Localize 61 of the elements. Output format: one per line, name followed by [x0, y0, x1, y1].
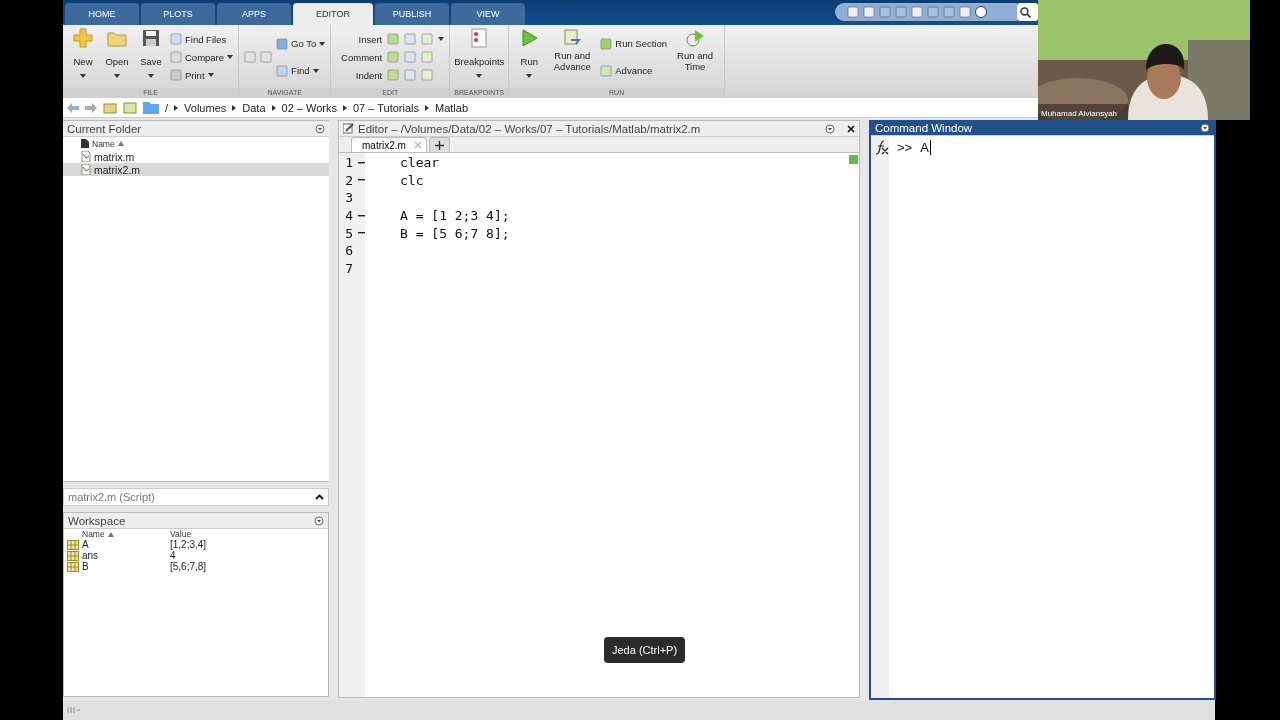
ribbon-button[interactable]: Insert — [336, 33, 383, 45]
line-number: 7 — [344, 260, 353, 276]
code-line: clc — [400, 172, 424, 188]
tooltip: Jeda (Ctrl+P) — [604, 637, 686, 663]
path-segment[interactable]: Matlab — [435, 101, 469, 114]
line-number: 4 — [344, 208, 353, 224]
code-line: clear — [400, 155, 440, 171]
column-header[interactable]: Name — [92, 138, 115, 149]
code-line: A = [1 2;3 4]; — [400, 208, 510, 224]
ribbon-button[interactable]: Run and Time — [671, 28, 720, 88]
ribbon-button[interactable]: Print — [170, 69, 234, 81]
command-input[interactable]: A — [920, 140, 931, 155]
ribbon-tab[interactable]: APPS — [217, 3, 291, 25]
ribbon-button[interactable]: Comment — [336, 51, 383, 63]
variable-value: [5,6;7,8] — [170, 561, 208, 572]
panel-title: Command Window — [871, 120, 1214, 136]
ribbon-tab[interactable]: PLOTS — [141, 3, 215, 25]
variable-value: [1,2;3,4] — [170, 539, 208, 550]
line-number: 3 — [344, 190, 353, 206]
ribbon-tab[interactable]: VIEW — [451, 3, 525, 25]
ribbon-button[interactable]: Open — [102, 28, 132, 88]
code-line: B = [5 6;7 8]; — [400, 225, 510, 241]
file-row[interactable]: matrix2.m — [63, 163, 329, 176]
ribbon-button[interactable]: Breakpoints — [455, 28, 504, 88]
ribbon-button[interactable]: Find Files — [170, 33, 234, 45]
ribbon-button[interactable]: Find — [276, 64, 326, 77]
column-header[interactable]: Value — [170, 529, 270, 539]
line-number: 5 — [344, 225, 353, 241]
file-row[interactable]: matrix.m — [63, 150, 329, 163]
ribbon-button[interactable]: Advance — [600, 64, 668, 77]
path-segment[interactable]: Data — [242, 101, 266, 114]
variable-name: B — [82, 561, 90, 572]
ribbon-button[interactable]: Run — [514, 28, 545, 88]
panel-title: Current Folder — [63, 121, 329, 137]
ribbon-button[interactable]: New — [68, 28, 98, 88]
file-details: matrix2.m (Script) — [68, 491, 155, 503]
line-number: 2 — [344, 172, 353, 188]
panel-title: Workspace — [64, 513, 328, 529]
path-segment[interactable]: Volumes — [184, 101, 227, 114]
variable-name: A — [82, 539, 90, 550]
participant-name: Muhamad Alviansyah — [1041, 109, 1118, 118]
ribbon-button[interactable]: Run Section — [600, 37, 668, 50]
ribbon-button[interactable]: Save — [136, 28, 166, 88]
path-segment[interactable]: 02 – Works — [281, 101, 337, 114]
ribbon-button[interactable]: Indent — [336, 69, 383, 81]
path-segment[interactable]: 07 – Tutorials — [352, 101, 419, 114]
ribbon-tab[interactable]: HOME — [65, 3, 139, 25]
ribbon-button[interactable]: Compare — [170, 51, 234, 63]
ribbon-button[interactable]: Go To — [276, 37, 326, 50]
editor-title: Editor – /Volumes/Data/02 – Works/07 – Tutorials/Matlab/matrix2.m — [358, 122, 701, 135]
variable-value: 4 — [170, 550, 176, 561]
line-number: 1 — [344, 155, 353, 171]
ribbon-tab[interactable]: PUBLISH — [375, 3, 449, 25]
ribbon-tab[interactable]: EDITOR — [293, 3, 373, 25]
file-tab[interactable]: matrix2.m — [351, 137, 427, 152]
ribbon-button[interactable]: Run and Advance — [548, 28, 597, 88]
variable-name: ans — [82, 550, 100, 561]
path-segment[interactable]: / — [165, 101, 169, 114]
command-prompt: >> — [897, 140, 913, 157]
column-header[interactable]: Name — [82, 529, 105, 539]
line-number: 6 — [344, 243, 353, 259]
